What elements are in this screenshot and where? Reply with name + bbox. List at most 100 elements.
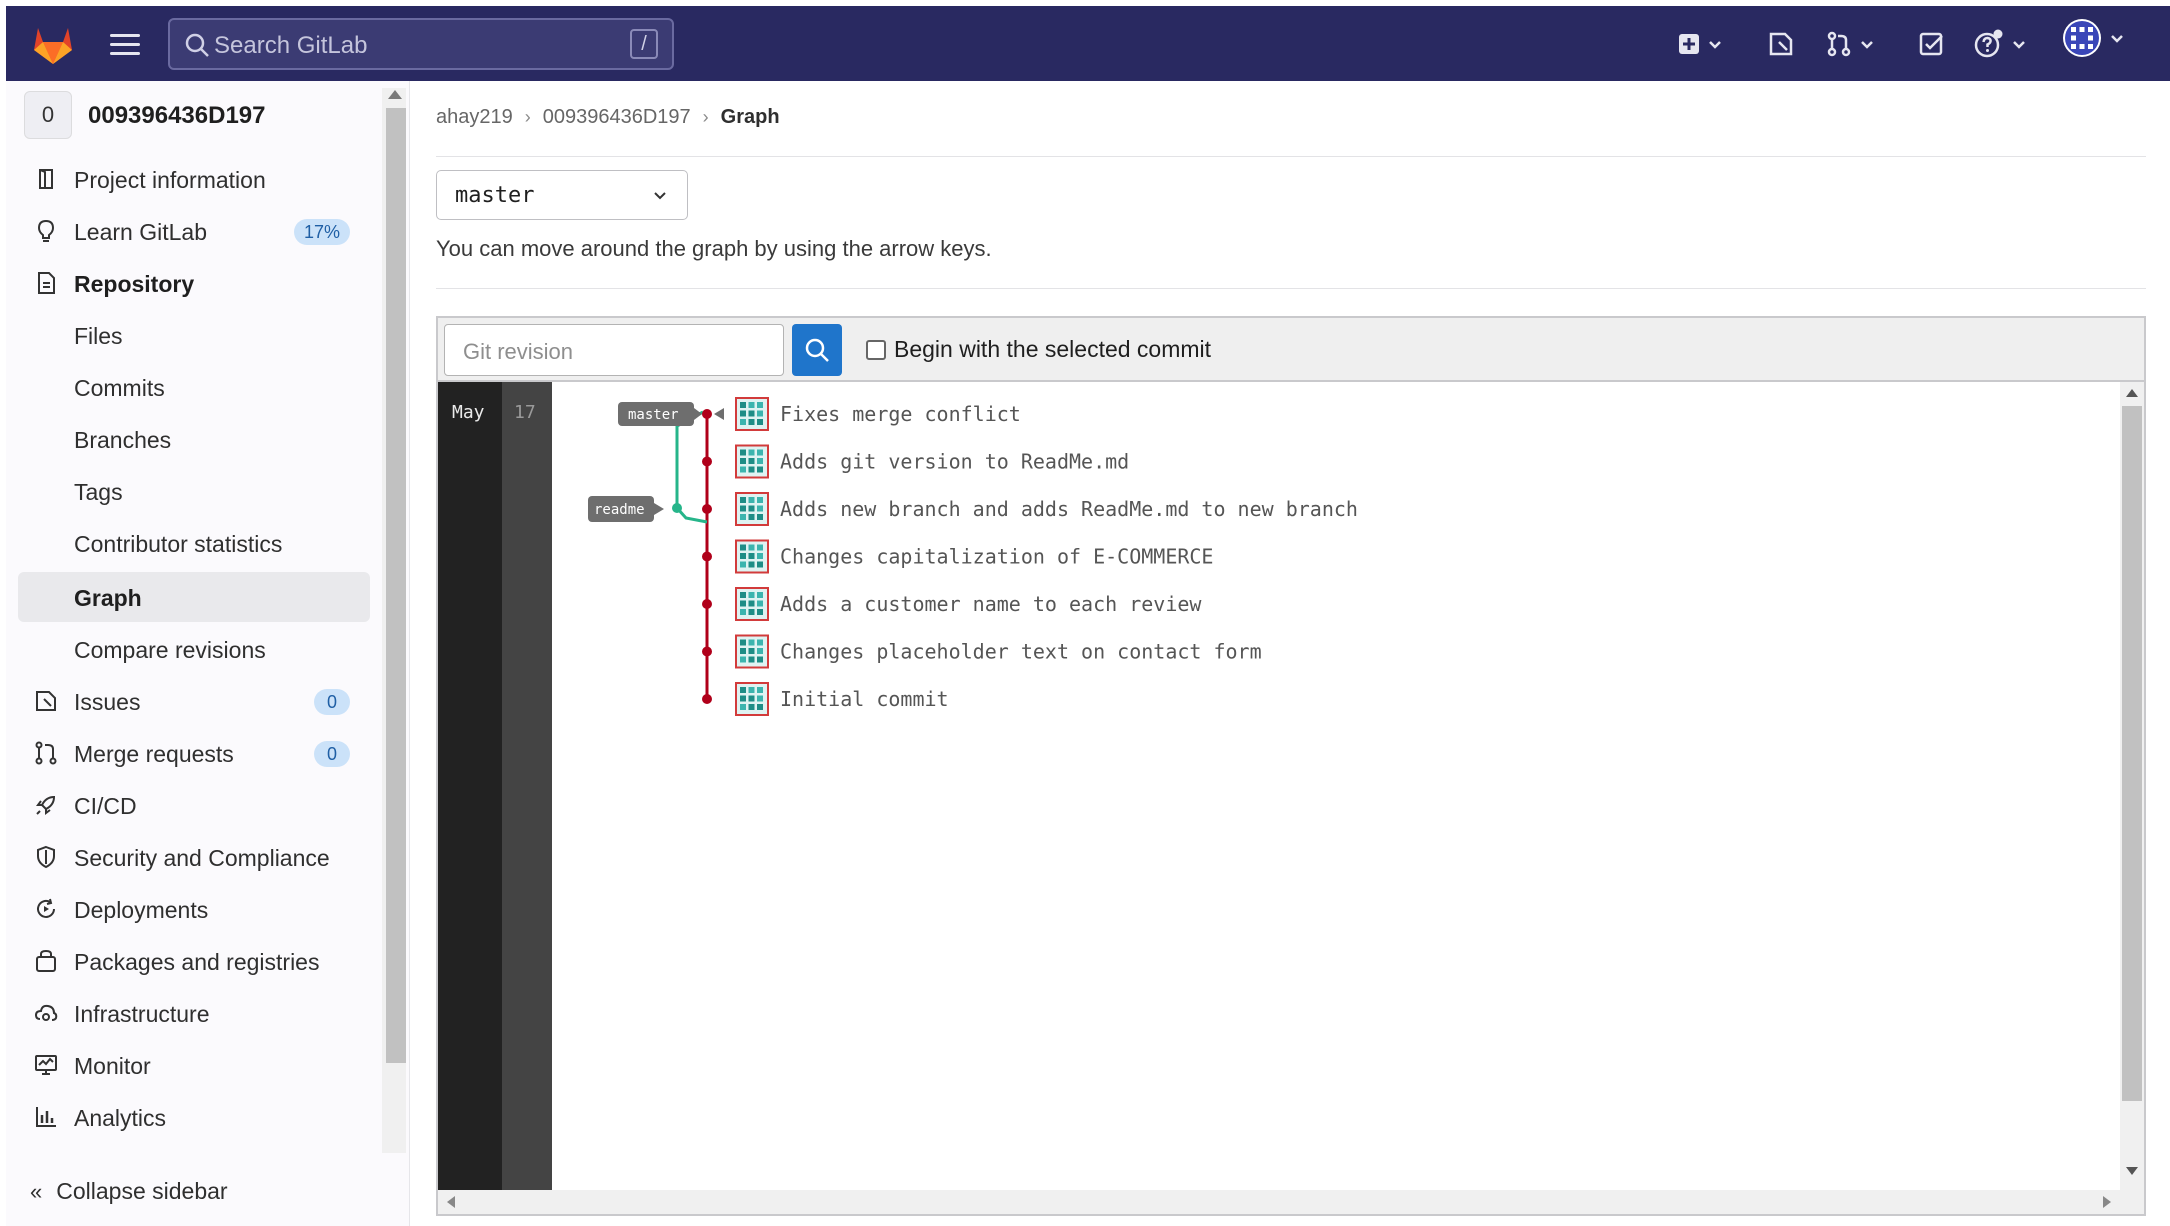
begin-with-selected-commit-checkbox[interactable]: [866, 340, 886, 360]
graph-toolbar: Git revision Begin with the selected com…: [438, 318, 2144, 382]
commit-row[interactable]: Adds new branch and adds ReadMe.md to ne…: [735, 492, 1358, 526]
merge-requests-nav-button[interactable]: [1826, 28, 1874, 60]
commit-dot[interactable]: [702, 646, 712, 657]
top-navbar: Search GitLab /: [6, 6, 2170, 81]
sidebar-item-security-compliance[interactable]: Security and Compliance: [18, 832, 370, 882]
sidebar-item-label: Packages and registries: [74, 949, 320, 975]
sidebar-item-commits[interactable]: Commits: [18, 362, 370, 412]
head-pointer-icon: [714, 408, 724, 420]
search-icon: [185, 33, 209, 57]
sidebar-item-packages-registries[interactable]: Packages and registries: [18, 936, 370, 986]
sidebar-item-label: Security and Compliance: [74, 845, 330, 871]
project-name[interactable]: 009396436D197: [88, 102, 266, 130]
branch-selector[interactable]: master: [436, 170, 688, 220]
sidebar-item-tags[interactable]: Tags: [18, 466, 370, 516]
search-input[interactable]: Search GitLab /: [168, 18, 674, 70]
gitlab-logo-icon[interactable]: [30, 22, 76, 66]
sidebar-item-graph[interactable]: Graph: [18, 572, 370, 622]
sidebar-item-infrastructure[interactable]: Infrastructure: [18, 988, 370, 1038]
commit-row[interactable]: Changes capitalization of E-COMMERCE: [735, 539, 1213, 574]
commit-message[interactable]: Changes capitalization of E-COMMERCE: [780, 545, 1213, 569]
chevron-down-icon: [2013, 41, 2025, 49]
sidebar-item-label: CI/CD: [74, 793, 137, 819]
cloud-gear-icon: [34, 1004, 58, 1021]
commit-dot[interactable]: [702, 409, 712, 419]
scroll-down-arrow-icon[interactable]: [2126, 1166, 2138, 1176]
scroll-up-arrow-icon[interactable]: [2126, 388, 2138, 398]
git-revision-input[interactable]: Git revision: [444, 324, 784, 376]
commit-row[interactable]: Adds git version to ReadMe.md: [735, 444, 1129, 479]
collapse-sidebar-button[interactable]: « Collapse sidebar: [30, 1178, 228, 1205]
graph-vertical-scrollbar-thumb[interactable]: [2122, 406, 2142, 1101]
commit-dot[interactable]: [702, 551, 712, 562]
sidebar-item-issues[interactable]: Issues 0: [18, 676, 370, 726]
breadcrumb-current[interactable]: Graph: [721, 106, 780, 129]
graph-horizontal-scrollbar[interactable]: [438, 1190, 2144, 1214]
rocket-icon: [36, 795, 56, 815]
commit-message[interactable]: Adds new branch and adds ReadMe.md to ne…: [780, 497, 1358, 521]
avatar: [2063, 19, 2101, 57]
commit-message[interactable]: Changes placeholder text on contact form: [780, 640, 1262, 664]
sidebar-scrollbar-thumb[interactable]: [386, 108, 406, 1063]
sidebar-item-ci-cd[interactable]: CI/CD: [18, 780, 370, 830]
commit-dot[interactable]: [702, 456, 712, 467]
scroll-left-arrow-icon[interactable]: [446, 1196, 456, 1208]
todos-nav-button[interactable]: [1918, 28, 1944, 60]
commit-row[interactable]: Changes placeholder text on contact form: [735, 634, 1262, 669]
commit-row[interactable]: Initial commit: [735, 682, 949, 716]
checkbox-label[interactable]: Begin with the selected commit: [894, 336, 1211, 363]
breadcrumb-separator-icon: ›: [702, 107, 709, 127]
commit-message[interactable]: Adds a customer name to each review: [780, 592, 1202, 616]
commit-dot[interactable]: [702, 599, 712, 609]
chart-icon: [36, 1107, 56, 1127]
count-badge: 0: [314, 741, 350, 767]
sidebar-item-analytics[interactable]: Analytics: [18, 1092, 370, 1142]
commit-message[interactable]: Adds git version to ReadMe.md: [780, 450, 1129, 474]
breadcrumb-user[interactable]: ahay219: [436, 106, 513, 129]
commit-dot[interactable]: [702, 504, 712, 514]
sidebar-item-contributor-statistics[interactable]: Contributor statistics: [18, 518, 370, 568]
readme-commit-dot[interactable]: [672, 503, 682, 513]
breadcrumb-project[interactable]: 009396436D197: [543, 106, 691, 129]
graph-canvas[interactable]: May 17 master readme Fixes merge conflic…: [438, 382, 2144, 1190]
search-revision-button[interactable]: [792, 324, 842, 376]
network-graph-panel: Git revision Begin with the selected com…: [436, 316, 2146, 1216]
sidebar-item-files[interactable]: Files: [18, 310, 370, 360]
sidebar-item-deployments[interactable]: Deployments: [18, 884, 370, 934]
project-avatar[interactable]: 0: [24, 91, 72, 139]
help-dropdown[interactable]: [1974, 28, 2026, 60]
main-menu-icon[interactable]: [110, 34, 140, 56]
breadcrumb: ahay219 › 009396436D197 › Graph: [436, 106, 780, 129]
sidebar-item-project-information[interactable]: Project information: [18, 154, 370, 204]
collapse-sidebar-label: Collapse sidebar: [56, 1178, 228, 1204]
bulb-icon: [37, 219, 55, 242]
commit-row[interactable]: Adds a customer name to each review: [735, 587, 1202, 621]
sidebar-item-label: Merge requests: [74, 741, 234, 767]
issues-nav-button[interactable]: [1768, 28, 1794, 60]
commit-message[interactable]: Fixes merge conflict: [780, 402, 1021, 426]
branch-selector-value: master: [455, 183, 535, 208]
scroll-right-arrow-icon[interactable]: [2102, 1196, 2112, 1208]
sidebar-item-label: Branches: [74, 427, 172, 453]
sidebar-item-merge-requests[interactable]: Merge requests 0: [18, 728, 370, 778]
commit-row[interactable]: Fixes merge conflict: [735, 397, 1021, 431]
monitor-icon: [35, 1055, 57, 1075]
sidebar-scroll-up-arrow[interactable]: [388, 90, 402, 99]
help-icon: [1974, 29, 2003, 58]
create-new-dropdown[interactable]: [1678, 28, 1722, 60]
readme-ref-label[interactable]: readme: [588, 496, 664, 522]
sidebar-item-branches[interactable]: Branches: [18, 414, 370, 464]
sidebar-item-monitor[interactable]: Monitor: [18, 1040, 370, 1090]
sidebar-item-repository[interactable]: Repository: [18, 258, 370, 308]
commit-dot[interactable]: [702, 694, 712, 704]
chevron-down-icon: [1709, 41, 1721, 49]
sidebar-item-label: Files: [74, 323, 123, 349]
todo-check-icon: [1919, 32, 1943, 56]
merge-request-icon: [1827, 31, 1851, 57]
commit-message[interactable]: Initial commit: [780, 687, 949, 711]
sidebar-item-label: Deployments: [74, 897, 209, 923]
user-menu-dropdown[interactable]: [2062, 19, 2124, 57]
sidebar-item-learn-gitlab[interactable]: Learn GitLab 17%: [18, 206, 370, 256]
double-chevron-left-icon: «: [30, 1179, 43, 1204]
sidebar-item-compare-revisions[interactable]: Compare revisions: [18, 624, 370, 674]
